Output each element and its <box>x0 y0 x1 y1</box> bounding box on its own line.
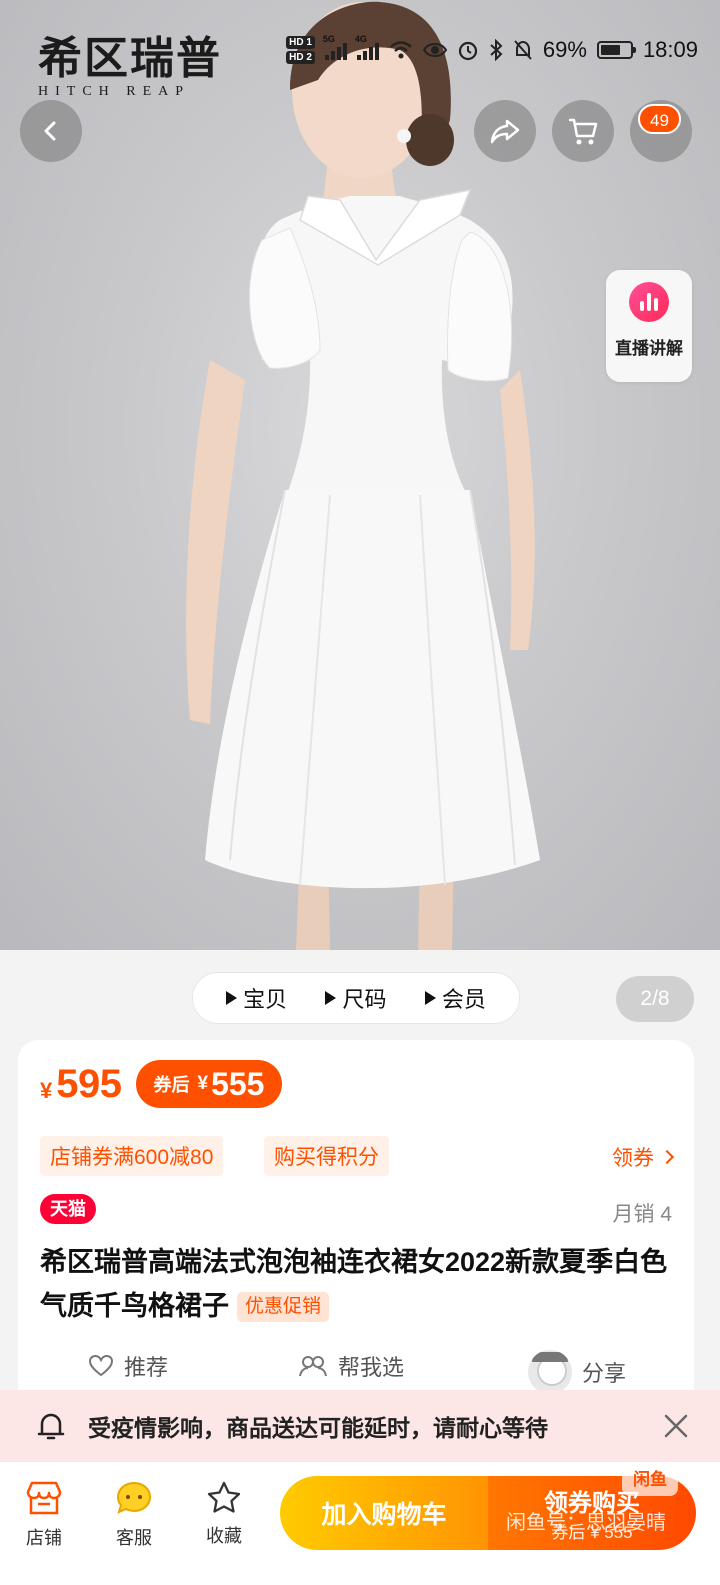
favorite-label: 收藏 <box>206 1526 242 1546</box>
monthly-sales: 月销 4 <box>612 1203 672 1226</box>
customer-service-label: 客服 <box>116 1528 152 1548</box>
status-bar: HD 1 HD 2 5G 4G 69% 18:09 <box>286 28 698 72</box>
coupon-price-label: 券后 <box>153 1075 190 1095</box>
net1-label: 5G <box>322 34 335 44</box>
price-value: 595 <box>56 1061 122 1106</box>
get-coupon-link[interactable]: 领券 <box>612 1142 675 1172</box>
shop-icon <box>26 1481 62 1515</box>
product-image-gallery[interactable]: 希区瑞普 HITCH REAP HD 1 HD 2 5G 4G 69% 18:0… <box>0 0 720 950</box>
chevron-left-icon <box>44 121 56 141</box>
wifi-icon <box>390 41 412 59</box>
mute-bell-icon <box>514 40 532 60</box>
coupon-price-badge[interactable]: 券后 ¥ 555 <box>135 1060 283 1108</box>
clock: 18:09 <box>642 37 698 62</box>
live-explain-button[interactable]: 直播讲解 <box>606 270 692 382</box>
bluetooth-icon <box>490 39 503 61</box>
notice-text: 受疫情影响，商品送达可能延时，请耐心等待 <box>88 1415 548 1441</box>
hd-indicators: HD 1 HD 2 <box>286 36 315 64</box>
avatar <box>528 1350 572 1394</box>
xianyu-logo: 闲鱼 <box>622 1464 678 1496</box>
tmall-badge: 天猫 <box>40 1194 96 1224</box>
gallery-tab-label: 会员 <box>441 987 486 1012</box>
coupon-price-value: 555 <box>211 1065 265 1102</box>
chat-bubble-icon <box>116 1481 152 1514</box>
bottom-action-bar: 店铺 客服 收藏 加入购物车 领券购买 券后 ¥ 555 闲鱼号：思羽晏晴 闲鱼 <box>0 1462 720 1585</box>
price-currency: ¥ <box>40 1078 53 1103</box>
battery-percent: 69% <box>542 37 587 62</box>
gallery-tab-product[interactable]: 宝贝 <box>226 982 287 1014</box>
battery-icon <box>596 41 636 59</box>
brand-name-en: HITCH REAP <box>38 84 191 99</box>
get-coupon-label: 领券 <box>612 1147 654 1170</box>
signal-4g-icon: 4G <box>355 34 379 60</box>
cart-count-badge: 49 <box>638 104 681 134</box>
back-button[interactable] <box>20 100 82 162</box>
hd1-label: HD 1 <box>286 36 315 49</box>
play-icon <box>325 991 337 1005</box>
brand-name-cn: 希区瑞普 <box>38 33 222 84</box>
help-me-choose-button[interactable]: 帮我选 <box>298 1350 404 1382</box>
help-me-choose-label: 帮我选 <box>338 1355 405 1380</box>
net2-label: 4G <box>354 34 367 44</box>
gallery-tab-size[interactable]: 尺码 <box>325 982 387 1014</box>
promotion-tag[interactable]: 优惠促销 <box>237 1292 330 1322</box>
coupon-currency: ¥ <box>197 1073 209 1094</box>
notice-bar: 受疫情影响，商品送达可能延时，请耐心等待 <box>0 1390 720 1462</box>
customer-service-button[interactable]: 客服 <box>94 1480 174 1550</box>
signal-5g-icon: 5G <box>323 34 347 60</box>
favorite-button[interactable]: 收藏 <box>184 1480 264 1548</box>
bell-icon <box>37 1413 65 1440</box>
share-label: 分享 <box>582 1361 627 1386</box>
recommend-label: 推荐 <box>124 1355 169 1380</box>
gallery-page-indicator: 2/8 <box>616 976 694 1022</box>
live-explain-label: 直播讲解 <box>615 339 683 358</box>
alarm-icon <box>458 41 477 61</box>
share-product-button[interactable]: 分享 <box>528 1350 626 1394</box>
product-title-text: 希区瑞普高端法式泡泡袖连衣裙女2022新款夏季白色气质千鸟格裙子 <box>40 1247 668 1321</box>
gallery-tab-label: 尺码 <box>342 987 387 1012</box>
chevron-right-icon <box>659 1149 675 1165</box>
live-bars-icon <box>629 282 669 322</box>
eye-icon <box>422 43 447 57</box>
play-icon <box>226 991 238 1005</box>
share-arrow-icon <box>490 119 520 144</box>
recommend-button[interactable]: 推荐 <box>88 1350 168 1382</box>
product-title: 希区瑞普高端法式泡泡袖连衣裙女2022新款夏季白色气质千鸟格裙子 优惠促销 <box>40 1240 680 1328</box>
hd2-label: HD 2 <box>286 51 315 64</box>
shop-button[interactable]: 店铺 <box>4 1480 84 1550</box>
cart-icon <box>569 118 598 145</box>
gallery-tabs: 宝贝 尺码 会员 <box>193 973 519 1023</box>
xianyu-watermark: 闲鱼号：思羽晏晴 <box>506 1512 666 1534</box>
shop-coupon-tag[interactable]: 店铺券满600减80 <box>40 1136 224 1176</box>
shop-label: 店铺 <box>26 1528 62 1548</box>
play-icon <box>424 991 436 1005</box>
close-icon[interactable] <box>662 1412 690 1440</box>
star-icon <box>207 1481 241 1513</box>
heart-icon <box>88 1354 114 1377</box>
brand-logo: 希区瑞普 HITCH REAP <box>38 34 222 100</box>
dress-photo <box>186 1 540 950</box>
points-tag[interactable]: 购买得积分 <box>264 1136 389 1176</box>
cart-button[interactable] <box>552 100 614 162</box>
people-icon <box>299 1356 327 1377</box>
price-row: ¥ 595 券后 ¥ 555 <box>40 1060 283 1108</box>
add-to-cart-button[interactable]: 加入购物车 <box>280 1476 488 1550</box>
gallery-tab-label: 宝贝 <box>243 987 288 1012</box>
gallery-tab-member[interactable]: 会员 <box>424 982 486 1014</box>
share-button[interactable] <box>474 100 536 162</box>
